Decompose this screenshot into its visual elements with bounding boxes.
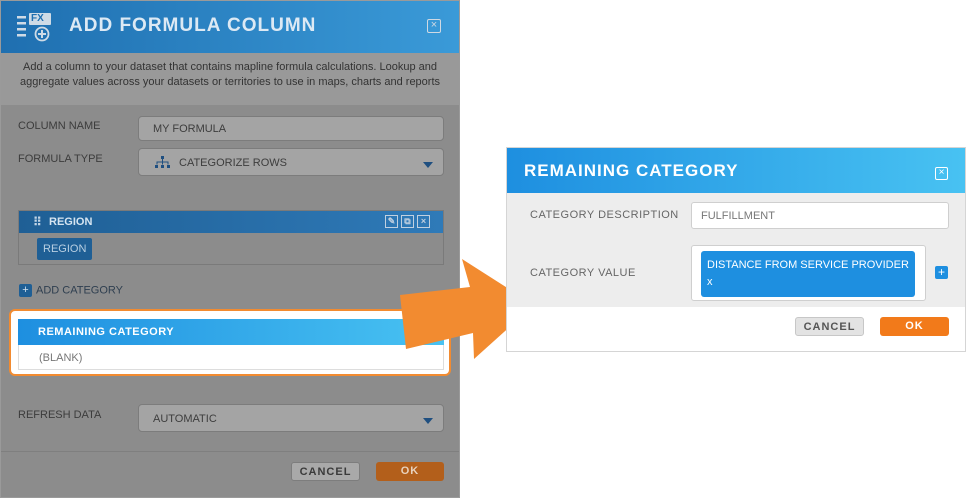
cancel-button[interactable]: CANCEL: [795, 317, 864, 336]
category-value-chip[interactable]: DISTANCE FROM SERVICE PROVIDER x: [701, 251, 915, 297]
chip-remove-icon[interactable]: x: [707, 274, 909, 291]
category-description-label: CATEGORY DESCRIPTION: [530, 209, 679, 221]
formula-type-select[interactable]: CATEGORIZE ROWS: [138, 148, 444, 176]
dialog-header: FX ADD FORMULA COLUMN ×: [1, 1, 459, 53]
edit-icon[interactable]: ✎: [385, 215, 398, 228]
hierarchy-icon: [155, 156, 170, 168]
category-card-region: ⠿ REGION ✎ ⧉ × REGION: [18, 210, 444, 265]
dialog-title: REMAINING CATEGORY: [524, 161, 739, 180]
dialog-description: Add a column to your dataset that contai…: [1, 53, 459, 105]
dialog-title: ADD FORMULA COLUMN: [69, 15, 317, 36]
cancel-button[interactable]: CANCEL: [291, 462, 360, 481]
close-icon[interactable]: ×: [427, 19, 441, 33]
add-category-button[interactable]: + ADD CATEGORY: [19, 284, 123, 297]
category-card-title: REGION: [49, 216, 93, 228]
column-name-label: COLUMN NAME: [18, 120, 101, 132]
drag-handle-icon[interactable]: ⠿: [33, 216, 42, 228]
remaining-category-value: (BLANK): [18, 345, 444, 370]
chip-label: DISTANCE FROM SERVICE PROVIDER: [707, 259, 909, 271]
logo-text: FX: [31, 13, 44, 24]
dialog-header: REMAINING CATEGORY ×: [507, 148, 965, 193]
formula-type-label: FORMULA TYPE: [18, 153, 103, 165]
plus-icon: +: [19, 284, 32, 297]
refresh-data-label: REFRESH DATA: [18, 409, 102, 421]
delete-icon[interactable]: ×: [417, 215, 430, 228]
category-value-field[interactable]: DISTANCE FROM SERVICE PROVIDER x: [691, 245, 926, 301]
chevron-down-icon: [423, 418, 433, 424]
add-category-label: ADD CATEGORY: [36, 284, 123, 297]
column-name-input[interactable]: MY FORMULA: [138, 116, 444, 141]
ok-button[interactable]: OK: [880, 317, 949, 336]
refresh-data-select[interactable]: AUTOMATIC: [138, 404, 444, 432]
refresh-data-value: AUTOMATIC: [153, 413, 217, 425]
add-value-icon[interactable]: +: [935, 266, 948, 279]
copy-icon[interactable]: ⧉: [401, 215, 414, 228]
ok-button[interactable]: OK: [376, 462, 444, 481]
remaining-category-dialog: REMAINING CATEGORY × CATEGORY DESCRIPTIO…: [506, 147, 966, 352]
dialog-body: CATEGORY DESCRIPTION FULFILLMENT CATEGOR…: [507, 193, 965, 307]
add-formula-column-dialog: FX ADD FORMULA COLUMN × Add a column to …: [0, 0, 460, 498]
remaining-category-card[interactable]: REMAINING CATEGORY (BLANK): [9, 309, 451, 376]
category-tag[interactable]: REGION: [37, 238, 93, 260]
close-icon[interactable]: ×: [935, 167, 948, 180]
category-description-input[interactable]: FULFILLMENT: [691, 202, 949, 229]
category-value-label: CATEGORY VALUE: [530, 267, 636, 279]
formula-type-value: CATEGORIZE ROWS: [179, 157, 287, 169]
chevron-down-icon: [423, 162, 433, 168]
remaining-category-header: REMAINING CATEGORY: [18, 319, 444, 345]
category-card-header: ⠿ REGION ✎ ⧉ ×: [19, 211, 443, 233]
